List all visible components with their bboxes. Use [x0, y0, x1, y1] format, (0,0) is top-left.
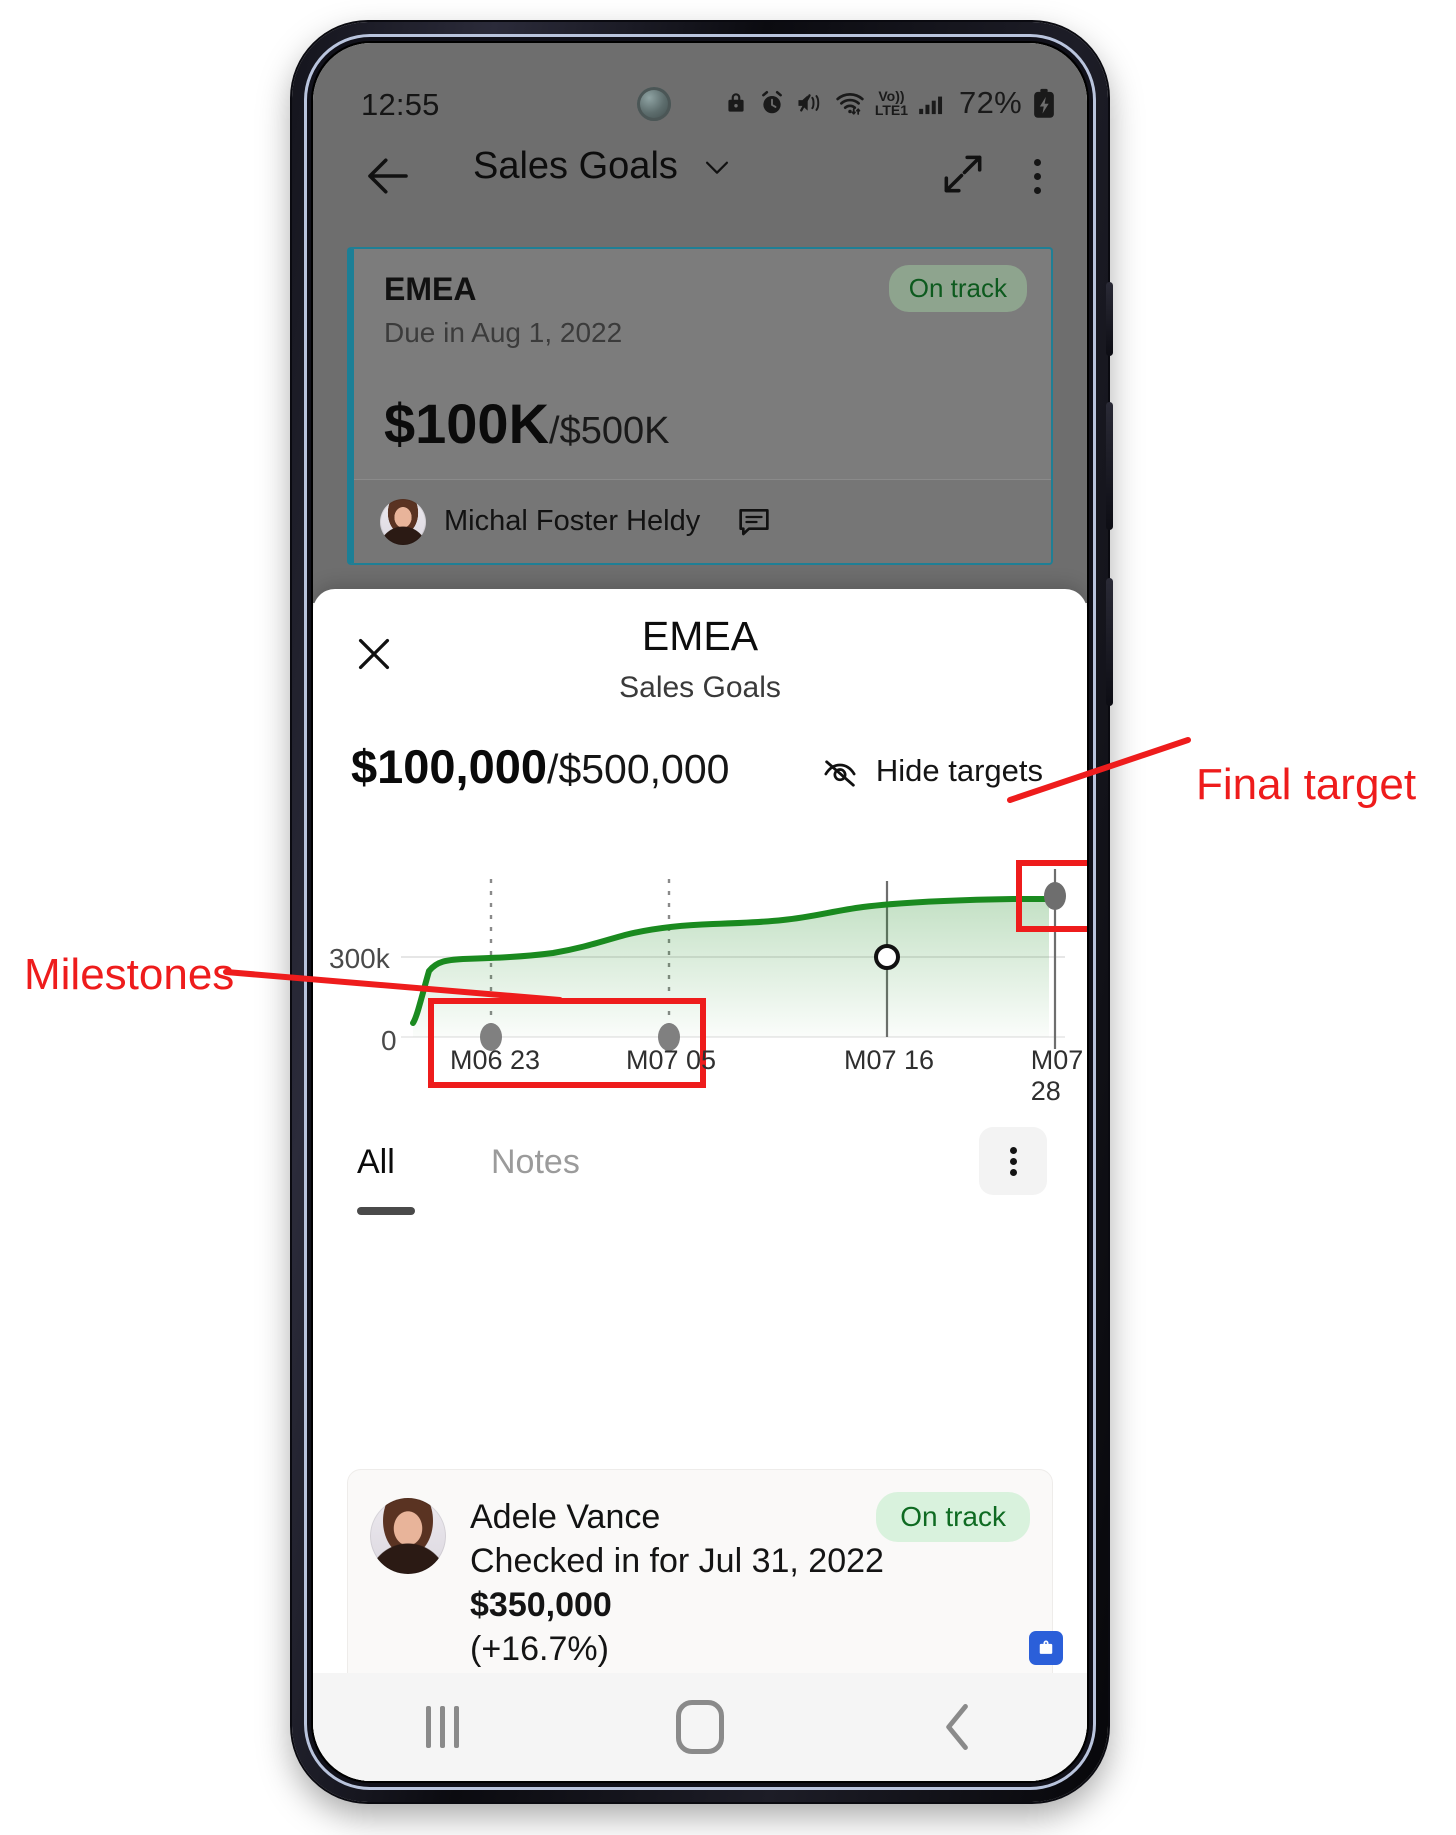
app-bar-title-group[interactable]: Sales Goals: [473, 145, 734, 188]
status-icons: Vo)) LTE1 72%: [723, 81, 1057, 125]
recents-button[interactable]: [382, 1687, 502, 1767]
comment-icon[interactable]: [734, 502, 774, 542]
lock-icon: [728, 93, 744, 112]
feed-item-delta: (+16.7%): [470, 1629, 609, 1668]
feed-item-value: $350,000: [470, 1585, 612, 1624]
tab-notes[interactable]: Notes: [491, 1143, 580, 1182]
sheet-subtitle: Sales Goals: [619, 671, 781, 704]
volte-bottom-label: LTE1: [874, 102, 909, 118]
mute-vibrate-icon: [798, 94, 820, 112]
back-chevron-icon: [946, 1704, 968, 1750]
sheet-header: EMEA Sales Goals: [313, 589, 1087, 729]
hide-targets-label: Hide targets: [875, 753, 1043, 788]
volte-icon: Vo)) LTE1: [875, 89, 908, 117]
power-button[interactable]: [1106, 282, 1113, 356]
recents-bar: [453, 1706, 459, 1748]
amount-row: $100,000/$500,000 Hide targets: [313, 729, 1087, 815]
goal-card-due-date: Due in Aug 1, 2022: [384, 317, 623, 348]
expand-diagonal-icon: [944, 155, 982, 193]
goal-card-title: EMEA: [384, 271, 477, 307]
goal-card-current: $100K: [384, 392, 550, 455]
sheet-target-amount: /$500,000: [547, 746, 730, 792]
x-label-m0716: M07 16: [843, 1045, 935, 1075]
system-back-button[interactable]: [898, 1687, 1018, 1767]
home-icon: [676, 1700, 724, 1754]
feed-overflow-button[interactable]: [979, 1127, 1047, 1195]
battery-charging-icon: [1034, 88, 1054, 118]
background-app-dimmed: 12:55 Vo)) LTE1 72% Sales Goals EMEA Due…: [313, 43, 1087, 603]
phone-device: 12:55 Vo)) LTE1 72% Sales Goals EMEA Due…: [292, 22, 1113, 1802]
tab-all[interactable]: All: [357, 1143, 395, 1182]
goal-card-owner: Michal Foster Heldy: [444, 505, 701, 537]
volume-up-button[interactable]: [1106, 402, 1113, 530]
sheet-amount: $100,000/$500,000: [351, 739, 729, 794]
feed-item-prefix: Checked in for Jul 31, 2022: [470, 1541, 884, 1580]
tab-bar: All Notes: [313, 1121, 1087, 1233]
volte-top-label: Vo)): [878, 88, 905, 104]
back-button[interactable]: [361, 149, 415, 208]
status-time: 12:55: [361, 87, 440, 122]
avatar: [380, 498, 426, 545]
annotation-milestones-label: Milestones: [24, 950, 235, 999]
app-bar-actions: [938, 149, 1047, 204]
battery-percent-label: 72%: [959, 85, 1022, 120]
system-nav-bar: [313, 1673, 1087, 1781]
goal-card-status-badge: On track: [888, 265, 1027, 312]
avatar: [370, 1498, 446, 1574]
y-axis-label-300k: 300k: [329, 943, 390, 974]
work-profile-badge-icon: [1029, 1631, 1063, 1665]
recents-bar: [439, 1706, 445, 1748]
phone-bezel: 12:55 Vo)) LTE1 72% Sales Goals EMEA Due…: [304, 34, 1096, 1790]
camera-punch-hole-icon: [637, 87, 671, 121]
recents-icon: [425, 1706, 459, 1748]
x-label-m0623: M06 23: [449, 1045, 541, 1075]
annotation-final-target-label: Final target: [1196, 760, 1417, 809]
alarm-icon: [761, 90, 782, 114]
kebab-dot: [1009, 1146, 1017, 1154]
feed-item-text: Checked in for Jul 31, 2022 $350,000: [470, 1539, 1026, 1627]
x-label-m0728: M07 28: [1030, 1045, 1084, 1106]
chevron-down-icon: [705, 161, 728, 174]
kebab-dot: [1034, 173, 1041, 180]
eye-off-icon: [824, 760, 856, 787]
sheet-title: EMEA: [641, 613, 759, 659]
kebab-dot: [1009, 1157, 1017, 1165]
app-bar-overflow-button[interactable]: [1028, 153, 1047, 200]
goal-detail-sheet: EMEA Sales Goals $100,000/$500,000 Hide …: [313, 589, 1087, 1781]
home-button[interactable]: [640, 1687, 760, 1767]
status-bar: 12:55 Vo)) LTE1 72%: [313, 43, 1087, 122]
x-axis-labels: M06 23 M07 05 M07 16 M07 28: [313, 1045, 1087, 1106]
x-label-m0705: M07 05: [625, 1045, 717, 1075]
arrow-left-icon: [368, 158, 408, 194]
screenshot-root: 12:55 Vo)) LTE1 72% Sales Goals EMEA Due…: [0, 0, 1456, 1835]
progress-chart[interactable]: 300k 0 M06 23 M07 05 M07 16 M07 28: [313, 849, 1087, 1106]
kebab-dot: [1034, 159, 1041, 166]
checkin-marker: [874, 944, 900, 970]
expand-button[interactable]: [938, 149, 988, 204]
goal-card-target: /$500K: [549, 410, 670, 452]
recents-bar: [425, 1706, 431, 1748]
sheet-current-amount: $100,000: [351, 740, 548, 793]
goal-card-amount: $100K/$500K: [384, 391, 669, 456]
tab-active-indicator: [357, 1207, 415, 1215]
kebab-dot: [1009, 1168, 1017, 1176]
kebab-dot: [1034, 187, 1041, 194]
app-bar: Sales Goals: [313, 121, 1087, 233]
briefcase-lock-icon: [1039, 1640, 1053, 1654]
app-bar-title: Sales Goals: [473, 145, 678, 187]
wifi-icon: [836, 93, 864, 115]
hide-targets-button[interactable]: Hide targets: [820, 751, 1043, 791]
status-badge: On track: [876, 1492, 1030, 1542]
final-target-dot: [1044, 882, 1066, 910]
kebab-dots: [1009, 1143, 1017, 1180]
signal-bars-icon: [919, 96, 943, 115]
phone-screen: 12:55 Vo)) LTE1 72% Sales Goals EMEA Due…: [313, 43, 1087, 1781]
volume-down-button[interactable]: [1106, 578, 1113, 706]
goal-card-footer: Michal Foster Heldy: [354, 479, 1051, 563]
goal-card[interactable]: EMEA Due in Aug 1, 2022 On track $100K/$…: [347, 247, 1053, 565]
chart-area-fill: [413, 899, 1049, 1037]
